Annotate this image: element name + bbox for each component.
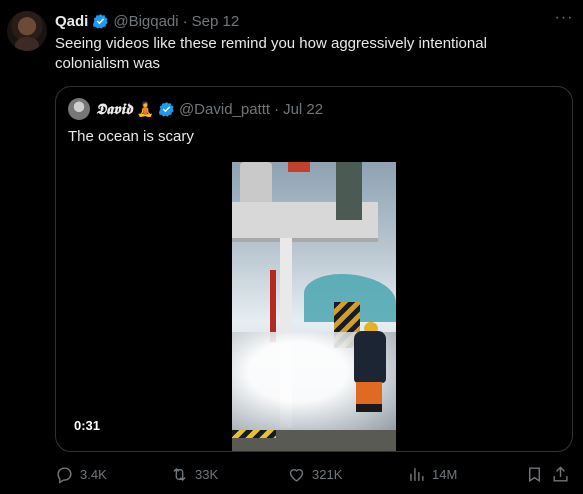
quoted-author-avatar[interactable] xyxy=(68,98,90,120)
quoted-tweet-date: Jul 22 xyxy=(283,100,324,118)
tweet-actions: 3.4K 33K 321K 14M xyxy=(55,462,575,486)
like-button[interactable]: 321K xyxy=(287,462,342,486)
verified-badge-icon xyxy=(93,13,109,29)
ship-red-panel xyxy=(288,162,310,172)
video-player[interactable] xyxy=(232,162,396,451)
separator-dot: · xyxy=(182,12,188,30)
separator-dot: · xyxy=(274,100,280,118)
sailor-figure xyxy=(350,322,388,412)
repost-count: 33K xyxy=(195,466,219,482)
bookmark-button[interactable] xyxy=(525,462,544,486)
views-bar-chart-icon xyxy=(410,467,424,481)
repost-button[interactable]: 33K xyxy=(170,462,218,486)
tweet-header: Qadi @Bigqadi · Sep 12 xyxy=(55,11,239,31)
quoted-tweet[interactable]: 𝕯𝖆𝖛𝖎𝖉 🧘 @David_pattt · Jul 22 The ocean … xyxy=(55,86,573,452)
quoted-author-handle: @David_pattt xyxy=(178,100,271,118)
video-duration: 0:31 xyxy=(68,416,107,435)
like-count: 321K xyxy=(312,466,343,482)
author-avatar[interactable] xyxy=(7,11,47,51)
author-name[interactable]: Qadi xyxy=(55,13,88,30)
ship-tank xyxy=(240,162,272,204)
ship-lifeboat xyxy=(336,162,362,220)
reply-button[interactable]: 3.4K xyxy=(55,462,107,486)
quoted-author-name[interactable]: 𝕯𝖆𝖛𝖎𝖉 xyxy=(96,100,133,118)
bookmark-icon xyxy=(529,466,540,482)
verified-badge-icon xyxy=(159,101,174,117)
more-options-icon[interactable]: ··· xyxy=(553,9,575,31)
quoted-tweet-text: The ocean is scary xyxy=(68,128,194,145)
reply-count: 3.4K xyxy=(80,466,107,482)
tweet-date[interactable]: Sep 12 xyxy=(192,13,240,30)
share-button[interactable] xyxy=(551,462,570,486)
views-button[interactable]: 14M xyxy=(407,462,457,486)
share-icon xyxy=(553,465,568,482)
meditation-emoji-icon: 🧘 xyxy=(136,100,154,117)
hazard-stripe xyxy=(232,430,276,438)
heart-icon xyxy=(289,468,304,482)
tweet-text: Seeing videos like these remind you how … xyxy=(55,35,487,72)
author-handle[interactable]: @Bigqadi xyxy=(113,13,178,30)
repost-icon xyxy=(173,467,186,481)
view-count: 14M xyxy=(432,466,458,482)
reply-icon xyxy=(57,466,72,484)
quoted-tweet-header: 𝕯𝖆𝖛𝖎𝖉 🧘 @David_pattt · Jul 22 xyxy=(68,98,324,120)
